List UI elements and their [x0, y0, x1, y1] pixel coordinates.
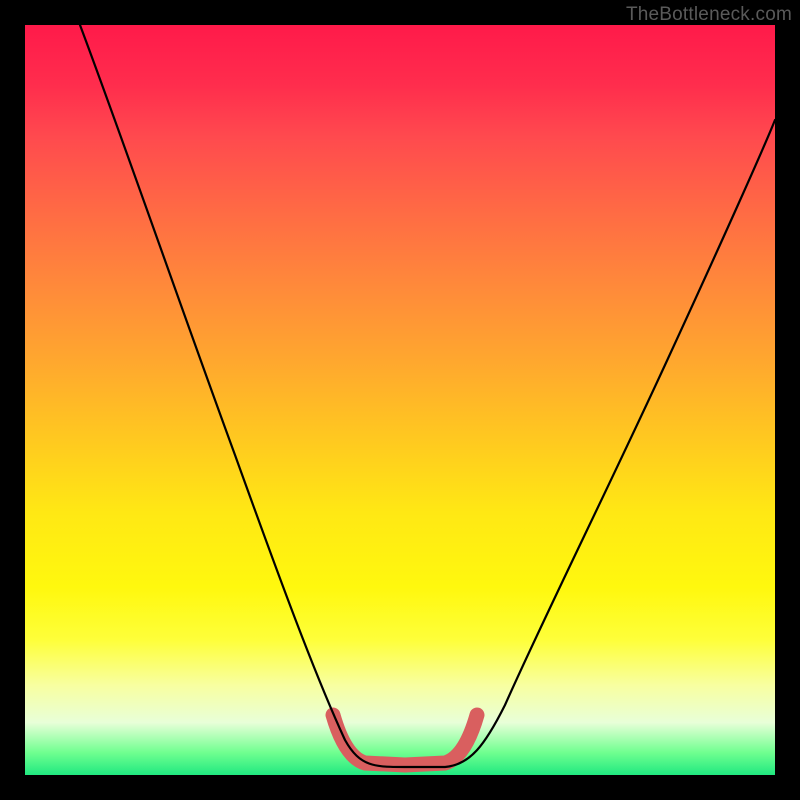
watermark-label: TheBottleneck.com	[626, 4, 792, 26]
chart-container: TheBottleneck.com	[0, 0, 800, 800]
plot-area	[25, 25, 775, 775]
bottleneck-curve-svg	[25, 25, 775, 775]
curve-highlight	[333, 715, 477, 765]
bottleneck-curve	[80, 25, 775, 767]
